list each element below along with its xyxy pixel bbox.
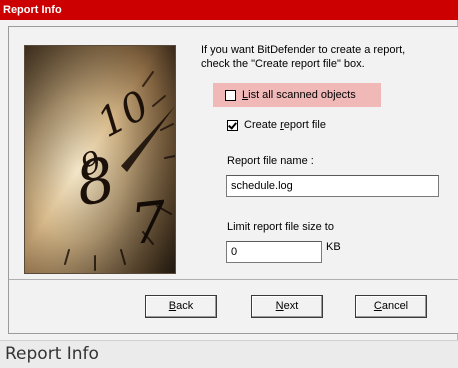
create-report-checkbox[interactable] (227, 119, 238, 131)
create-report-label[interactable]: Create report file (244, 119, 326, 131)
clock-illustration: 10 8 7 9 (25, 46, 175, 273)
next-button[interactable]: Next (251, 295, 323, 318)
content-panel: 10 8 7 9 If you want BitDefender to crea… (8, 26, 458, 334)
list-all-scanned-option[interactable]: List all scanned objects (213, 83, 381, 107)
report-file-name-label: Report file name : (227, 155, 314, 167)
window-title: Report Info (0, 0, 458, 20)
clock-image: 10 8 7 9 (24, 45, 176, 274)
list-all-scanned-checkbox[interactable] (225, 89, 236, 101)
back-button[interactable]: Back (145, 295, 217, 318)
intro-line-1: If you want BitDefender to create a repo… (201, 44, 406, 56)
button-separator (9, 279, 458, 280)
report-file-name-input[interactable]: schedule.log (226, 175, 439, 197)
figure-caption: Report Info (0, 340, 458, 368)
report-info-dialog: Report Info If you want BitDefender to c… (0, 0, 458, 340)
list-all-scanned-label[interactable]: List all scanned objects (242, 89, 356, 101)
create-report-option[interactable]: Create report file (227, 115, 326, 135)
intro-line-2: check the "Create report file" box. (201, 58, 365, 70)
intro-text: If you want BitDefender to create a repo… (201, 43, 451, 71)
limit-size-label: Limit report file size to (227, 221, 334, 233)
limit-size-input[interactable]: 0 (226, 241, 322, 263)
cancel-button[interactable]: Cancel (355, 295, 427, 318)
size-unit-label: KB (326, 241, 341, 253)
